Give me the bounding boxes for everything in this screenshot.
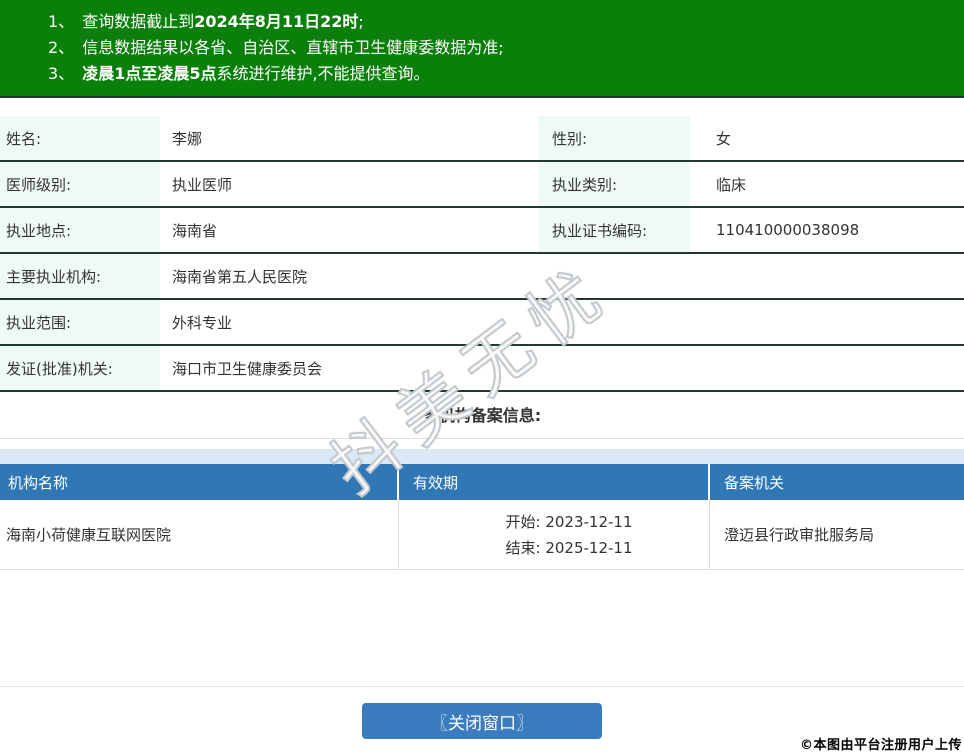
notice-3-number: 3、: [48, 64, 75, 83]
gender-value: 女: [716, 129, 732, 148]
table-top-strip: [0, 449, 964, 464]
name-label: 姓名:: [0, 116, 160, 160]
validity-start: 开始: 2023-12-11: [505, 512, 633, 531]
notice-2-number: 2、: [48, 38, 75, 57]
validity-cell: 开始: 2023-12-11 结束: 2025-12-11: [399, 500, 710, 569]
authority-cell: 澄迈县行政审批服务局: [724, 526, 875, 544]
main-org-label: 主要执业机构:: [0, 254, 160, 298]
footer-divider: [0, 686, 964, 687]
notice-1-bold-text: 2024年8月11日22时: [194, 12, 359, 31]
org-table-header-row: 机构名称 有效期 备案机关: [0, 464, 964, 500]
notice-1-text: 查询数据截止到: [82, 12, 195, 31]
notice-2-text: 信息数据结果以各省、自治区、直辖市卫生健康委数据为准;: [82, 38, 504, 57]
cert-number-label: 执业证书编码:: [538, 208, 690, 252]
doctor-info-table: 姓名: 李娜 性别: 女 医师级别: 执业医师 执业类别: 临床 执业地点: 海…: [0, 116, 964, 392]
notice-line-1: 1、 查询数据截止到2024年8月11日22时;: [48, 9, 954, 35]
notice-1-suffix: ;: [358, 12, 364, 31]
cert-number-value: 110410000038098: [716, 221, 860, 239]
table-row: 发证(批准)机关: 海口市卫生健康委员会: [0, 346, 964, 392]
scope-value: 外科专业: [172, 313, 233, 332]
notice-banner: 1、 查询数据截止到2024年8月11日22时; 2、 信息数据结果以各省、自治区、…: [0, 0, 964, 98]
upload-credit-text: ©本图由平台注册用户上传: [799, 738, 962, 753]
table-row: 执业地点: 海南省 执业证书编码: 110410000038098: [0, 208, 964, 254]
notice-3-suffix: 系统进行维护,不能提供查询。: [216, 64, 430, 83]
location-value: 海南省: [172, 221, 218, 240]
notice-3-bold-text: 凌晨1点至凌晨5点: [82, 64, 217, 83]
org-name-cell: 海南小荷健康互联网医院: [0, 500, 399, 569]
level-label: 医师级别:: [0, 162, 160, 206]
column-header-org-name: 机构名称: [0, 464, 399, 500]
location-label: 执业地点:: [0, 208, 160, 252]
scope-label: 执业范围:: [0, 300, 160, 344]
issuer-label: 发证(批准)机关:: [0, 346, 160, 390]
column-header-validity: 有效期: [399, 464, 710, 500]
table-row: 主要执业机构: 海南省第五人民医院: [0, 254, 964, 300]
category-value: 临床: [716, 175, 747, 194]
main-org-value: 海南省第五人民医院: [172, 267, 308, 286]
table-row: 医师级别: 执业医师 执业类别: 临床: [0, 162, 964, 208]
query-result-page: 1、 查询数据截止到2024年8月11日22时; 2、 信息数据结果以各省、自治区、…: [0, 0, 964, 754]
org-filing-table: 机构名称 有效期 备案机关 海南小荷健康互联网医院 开始: 2023-12-11…: [0, 449, 964, 570]
table-row: 姓名: 李娜 性别: 女: [0, 116, 964, 162]
notice-1-number: 1、: [48, 12, 75, 31]
category-label: 执业类别:: [538, 162, 690, 206]
close-window-button[interactable]: 〖关闭窗口〗: [362, 703, 602, 739]
notice-line-3: 3、 凌晨1点至凌晨5点系统进行维护,不能提供查询。: [48, 61, 954, 87]
multi-org-section-title: 多机构备案信息:: [0, 392, 964, 439]
table-row: 执业范围: 外科专业: [0, 300, 964, 346]
notice-line-2: 2、 信息数据结果以各省、自治区、直辖市卫生健康委数据为准;: [48, 35, 954, 61]
level-value: 执业医师: [172, 175, 233, 194]
validity-end: 结束: 2025-12-11: [505, 538, 633, 557]
name-value: 李娜: [172, 129, 203, 148]
column-header-authority: 备案机关: [724, 473, 785, 492]
issuer-value: 海口市卫生健康委员会: [172, 359, 323, 378]
table-row: 海南小荷健康互联网医院 开始: 2023-12-11 结束: 2025-12-1…: [0, 500, 964, 570]
gender-label: 性别:: [538, 116, 690, 160]
